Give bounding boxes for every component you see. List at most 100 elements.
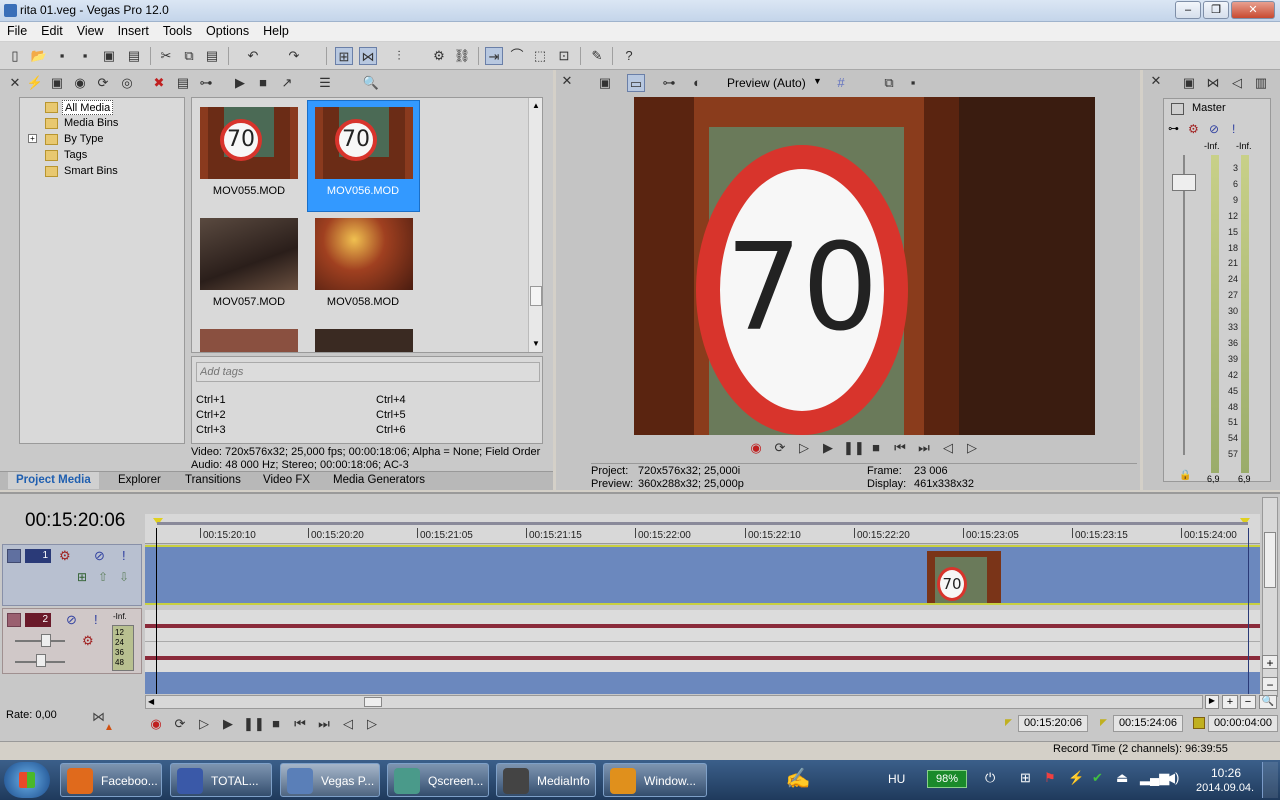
lock-icon[interactable]: 🔒	[1179, 470, 1191, 481]
rate-marker-icon[interactable]: ▲	[104, 722, 114, 733]
ripple-edit-icon[interactable]: ⫶	[390, 47, 408, 65]
tab-video-fx[interactable]: Video FX	[255, 472, 318, 489]
scroll-thumb[interactable]	[1264, 532, 1276, 588]
stop-preview-icon[interactable]: ■	[254, 74, 272, 92]
scroll-left-icon[interactable]: ◀	[148, 697, 154, 706]
maximize-button[interactable]: ❐	[1203, 1, 1229, 19]
paste-icon[interactable]: ▤	[203, 47, 221, 65]
mute-icon[interactable]: ⊘	[1209, 122, 1219, 136]
scroll-thumb[interactable]	[530, 286, 542, 306]
security-icon[interactable]: ⚑	[1044, 770, 1056, 786]
media-fx-icon[interactable]: ⊶	[197, 74, 215, 92]
tree-item-media-bins[interactable]: Media Bins	[62, 116, 120, 131]
views-icon[interactable]: ☰	[316, 74, 334, 92]
menu-options[interactable]: Options	[199, 22, 256, 40]
split-screen-icon[interactable]: ◐	[688, 74, 706, 92]
usb-icon[interactable]: ⏏	[1116, 770, 1128, 786]
go-to-start-icon[interactable]: ⏮	[891, 439, 909, 457]
flash-icon[interactable]: ⚡	[1068, 770, 1084, 786]
video-track-header[interactable]: 1 ⚙ ⊘ ! ⊞ ⇧ ⇩	[2, 544, 142, 606]
auto-preview-icon[interactable]: ↗	[278, 74, 296, 92]
import-media-icon[interactable]: ⚡	[26, 74, 44, 92]
ink-pen-icon[interactable]: ✍	[780, 766, 816, 794]
fx-chain-icon[interactable]: ⊶	[1168, 122, 1179, 135]
overlays-icon[interactable]: #	[832, 74, 850, 92]
language-indicator[interactable]: HU	[888, 772, 905, 786]
thumbs-scrollbar[interactable]: ▲ ▼	[528, 98, 542, 352]
scroll-down-icon[interactable]: ▼	[532, 339, 540, 348]
go-to-start-icon[interactable]: ⏮	[291, 715, 309, 733]
power-icon[interactable]: ⏻	[985, 770, 995, 786]
remove-media-icon[interactable]: ✖	[150, 74, 168, 92]
copy-icon[interactable]: ⧉	[180, 47, 198, 65]
external-monitor-icon[interactable]: ▭	[627, 74, 645, 92]
tree-item-smart-bins[interactable]: Smart Bins	[62, 164, 120, 179]
prev-frame-icon[interactable]: ◁	[339, 715, 357, 733]
search-media-icon[interactable]: ◎	[118, 74, 136, 92]
battery-indicator[interactable]: 98%	[927, 770, 967, 788]
dim-output-icon[interactable]: ⋈	[1204, 74, 1222, 92]
mute-icon[interactable]: ⊘	[66, 612, 77, 628]
mute-icon[interactable]: ⊘	[94, 548, 105, 564]
zoom-in-vertical-icon[interactable]: +	[1262, 655, 1278, 670]
pause-icon[interactable]: ❚❚	[243, 715, 265, 733]
minimize-button[interactable]: –	[1175, 1, 1201, 19]
shortcut-2[interactable]: Ctrl+2	[196, 409, 226, 421]
playback-rate[interactable]: Rate: 0,00	[6, 709, 57, 721]
gear-icon[interactable]: ⚙	[82, 633, 94, 649]
undo-icon[interactable]: ↶	[244, 47, 262, 65]
mixer-icon[interactable]: ▥	[1252, 74, 1270, 92]
show-desktop-button[interactable]	[1262, 762, 1278, 798]
tree-item-all-media[interactable]: All Media	[62, 100, 114, 115]
online-icon[interactable]: ✎	[588, 47, 606, 65]
speaker-icon[interactable]: ◁	[1228, 74, 1246, 92]
open-icon[interactable]: 📂	[30, 47, 48, 65]
auto-crossfade-icon[interactable]: ⋈	[359, 47, 377, 65]
zoom-search-icon[interactable]: 🔍	[362, 74, 380, 92]
taskbar-item[interactable]: MediaInfo	[496, 763, 596, 797]
media-properties-icon[interactable]: ▤	[174, 74, 192, 92]
track-minimize-icon[interactable]	[7, 613, 21, 627]
taskbar-item[interactable]: Window...	[603, 763, 707, 797]
solo-icon[interactable]: !	[1232, 122, 1235, 136]
scroll-thumb[interactable]	[364, 697, 382, 707]
master-fx-icon[interactable]	[1171, 103, 1184, 115]
clock-date[interactable]: 2014.09.04.	[1196, 782, 1254, 794]
render-icon[interactable]: ▣	[100, 47, 118, 65]
record-icon[interactable]: ◉	[747, 439, 765, 457]
shortcut-1[interactable]: Ctrl+1	[196, 394, 226, 406]
next-frame-icon[interactable]: ▷	[363, 715, 381, 733]
prev-frame-icon[interactable]: ◁	[939, 439, 957, 457]
network-icon[interactable]: ⊞	[1020, 770, 1031, 786]
zoom-in-icon[interactable]: +	[1222, 695, 1238, 709]
go-to-end-icon[interactable]: ⏭	[315, 715, 333, 733]
gear-icon[interactable]: ⚙	[59, 548, 71, 564]
solo-icon[interactable]: !	[94, 612, 98, 627]
selection-tool-icon[interactable]: ⬚	[531, 47, 549, 65]
downmix-icon[interactable]: ▣	[1180, 74, 1198, 92]
get-media-icon[interactable]: ◉	[71, 74, 89, 92]
pan-slider[interactable]	[36, 654, 46, 667]
menu-help[interactable]: Help	[256, 22, 296, 40]
chevron-down-icon[interactable]: ▼	[813, 76, 822, 86]
thumb-mov055[interactable]: 70	[200, 107, 298, 179]
volume-slider[interactable]	[41, 634, 51, 647]
play-from-start-icon[interactable]: ▷	[795, 439, 813, 457]
save-snapshot-icon[interactable]: ▪	[904, 74, 922, 92]
volume-icon[interactable]: ◀)	[1165, 770, 1179, 786]
taskbar-item[interactable]: Faceboo...	[60, 763, 162, 797]
snapping-icon[interactable]: ⊞	[335, 47, 353, 65]
selection-end-field[interactable]: 00:15:24:06	[1113, 715, 1183, 732]
new-icon[interactable]: ▯	[6, 47, 24, 65]
shortcut-6[interactable]: Ctrl+6	[376, 424, 406, 436]
envelope-tool-icon[interactable]: ⌒	[508, 47, 526, 65]
tree-item-tags[interactable]: Tags	[62, 148, 89, 163]
track-minimize-icon[interactable]	[7, 549, 21, 563]
parent-motion-icon[interactable]: ⇧	[98, 570, 108, 584]
thumb-partial[interactable]	[315, 329, 413, 352]
playhead-cursor[interactable]	[156, 528, 157, 694]
scroll-up-icon[interactable]: ▲	[532, 101, 540, 110]
save-as-icon[interactable]: ▪	[76, 47, 94, 65]
lock-envelopes-icon[interactable]: ⚙	[430, 47, 448, 65]
cursor-timecode[interactable]: 00:15:20:06	[25, 510, 125, 532]
